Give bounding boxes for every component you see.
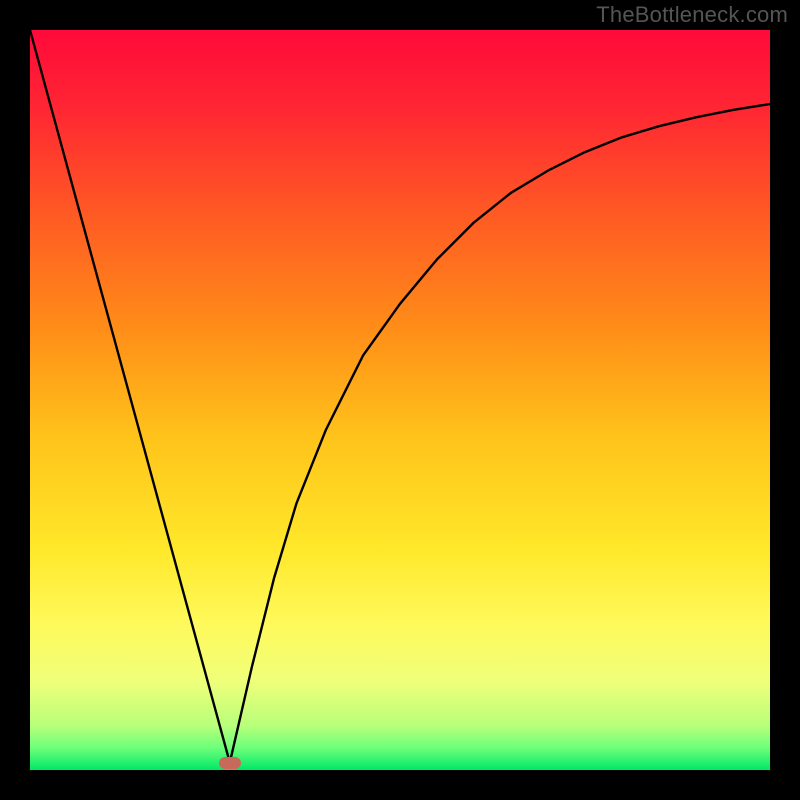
chart-frame: TheBottleneck.com <box>0 0 800 800</box>
bottleneck-curve <box>30 30 770 770</box>
plot-area <box>30 30 770 770</box>
optimal-point-marker <box>219 757 241 769</box>
watermark-label: TheBottleneck.com <box>596 2 788 28</box>
